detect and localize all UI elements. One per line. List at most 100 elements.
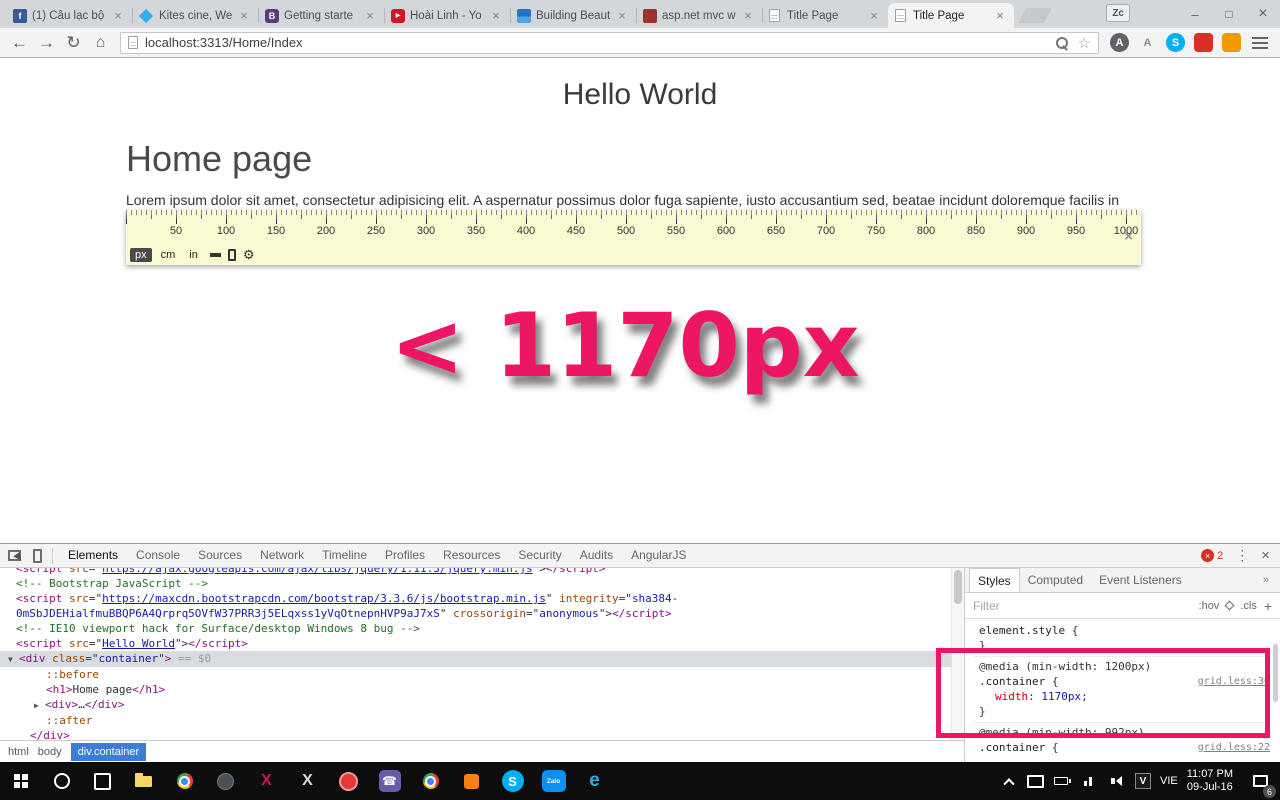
forward-icon[interactable]: [33, 30, 60, 56]
code-line[interactable]: <script src="Hello World"></script>: [0, 636, 964, 651]
devtools-tab-resources[interactable]: Resources: [434, 544, 509, 567]
tab-close-icon[interactable]: [111, 9, 125, 23]
language-indicator[interactable]: VIE: [1160, 775, 1178, 787]
devtools-tab-console[interactable]: Console: [127, 544, 189, 567]
crumb-div-container[interactable]: div.container: [70, 742, 147, 761]
error-badge[interactable]: 2: [1201, 549, 1223, 562]
tab-close-icon[interactable]: [489, 9, 503, 23]
browser-tab[interactable]: f (1) Câu lạc bộ: [6, 3, 132, 28]
browser-tab[interactable]: Title Page: [762, 3, 888, 28]
page-security-icon[interactable]: [128, 36, 138, 49]
gear-icon[interactable]: [243, 248, 255, 261]
dark-app-taskbar-button[interactable]: [205, 762, 246, 800]
code-line[interactable]: <!-- Bootstrap JavaScript -->: [0, 576, 964, 591]
code-line[interactable]: <script src="https://ajax.googleapis.com…: [0, 568, 964, 576]
filter-input[interactable]: Filter: [973, 599, 1192, 613]
browser-tab[interactable]: Title Page: [888, 3, 1014, 28]
code-line[interactable]: ▶ <div>…</div>: [0, 697, 964, 713]
code-line[interactable]: 0mSbJDEHialfmuBBQP6A4Qrprq5OVfW37PRR3j5E…: [0, 606, 964, 621]
browser-tab[interactable]: Kites cine, We: [132, 3, 258, 28]
devtools-tab-sources[interactable]: Sources: [189, 544, 251, 567]
devtools-tab-profiles[interactable]: Profiles: [376, 544, 434, 567]
crumb-body[interactable]: body: [38, 746, 62, 758]
maximize-icon[interactable]: [1212, 0, 1246, 28]
battery-icon[interactable]: [1054, 771, 1072, 791]
code-line[interactable]: <h1>Home page</h1>: [0, 682, 964, 697]
tab-close-icon[interactable]: [993, 9, 1007, 23]
tab-close-icon[interactable]: [363, 9, 377, 23]
reload-icon[interactable]: [60, 30, 87, 56]
tray-expand-icon[interactable]: [1000, 771, 1018, 791]
unikey-icon[interactable]: V: [1134, 773, 1151, 789]
devtools-tab-security[interactable]: Security: [509, 544, 570, 567]
styles-tab-event-listeners[interactable]: Event Listeners: [1091, 568, 1190, 592]
devtools-tab-angularjs[interactable]: AngularJS: [622, 544, 695, 567]
ruler-device-icon[interactable]: [227, 248, 236, 261]
overflow-menu-icon[interactable]: [1235, 547, 1249, 564]
devtools-tab-audits[interactable]: Audits: [571, 544, 622, 567]
zalo-taskbar-button[interactable]: Zalo: [533, 762, 574, 800]
clock[interactable]: 11:07 PM 09-Jul-16: [1187, 768, 1233, 794]
chrome2-taskbar-button[interactable]: [410, 762, 451, 800]
devtools-tab-network[interactable]: Network: [251, 544, 313, 567]
devtools-tab-elements[interactable]: Elements: [59, 544, 127, 567]
url-text[interactable]: localhost:3313/Home/Index: [145, 35, 1054, 50]
style-source-link[interactable]: grid.less:22: [1198, 740, 1270, 755]
new-rule-icon[interactable]: [1264, 599, 1272, 613]
ruler-unit-cm[interactable]: cm: [156, 248, 181, 262]
ruler-close-icon[interactable]: [1124, 228, 1133, 245]
browser-tab[interactable]: Building Beaut: [510, 3, 636, 28]
browser-tab[interactable]: ▶ Hoài Linh - Yo: [384, 3, 510, 28]
menu-icon[interactable]: [1252, 36, 1268, 49]
network-icon[interactable]: [1081, 771, 1099, 791]
home-icon[interactable]: [87, 30, 114, 56]
skype-extension-icon[interactable]: S: [1166, 33, 1185, 52]
crumb-html[interactable]: html: [8, 746, 29, 758]
ruler-extension[interactable]: 50 100 150 200 250 300 350 400 450 500 550 600 650 70…: [126, 210, 1141, 265]
back-icon[interactable]: [6, 30, 33, 56]
code-line[interactable]: ::before: [0, 667, 964, 682]
element-state-icon[interactable]: [1224, 600, 1235, 611]
ruler-unit-in[interactable]: in: [184, 248, 203, 262]
code-line[interactable]: grid.less:22 .container {: [973, 740, 1270, 755]
display-icon[interactable]: [1027, 771, 1045, 791]
red-extension-icon[interactable]: [1194, 33, 1213, 52]
start-taskbar-button[interactable]: [0, 762, 41, 800]
browser-tab[interactable]: asp.net mvc w: [636, 3, 762, 28]
devtools-close-icon[interactable]: [1261, 547, 1270, 564]
tab-close-icon[interactable]: [237, 9, 251, 23]
ruler-line-icon[interactable]: [209, 252, 221, 257]
edge-taskbar-button[interactable]: e: [574, 762, 615, 800]
device-toolbar-icon[interactable]: [33, 548, 42, 563]
code-line[interactable]: ::after: [0, 713, 964, 728]
code-line[interactable]: ▼ <div class="container"> == $0: [0, 651, 964, 667]
orange-app-taskbar-button[interactable]: [451, 762, 492, 800]
action-center-button[interactable]: 6: [1242, 762, 1278, 800]
x-app-taskbar-button[interactable]: X: [246, 762, 287, 800]
tab-close-icon[interactable]: [615, 9, 629, 23]
inspect-element-icon[interactable]: [8, 550, 21, 561]
hover-state-toggle[interactable]: :hov: [1199, 600, 1220, 612]
bookmark-star-icon[interactable]: [1078, 34, 1091, 52]
devtools-tab-timeline[interactable]: Timeline: [313, 544, 376, 567]
styles-scrollbar[interactable]: [1273, 622, 1279, 722]
chrome-taskbar-button[interactable]: [164, 762, 205, 800]
code-line[interactable]: <!-- IE10 viewport hack for Surface/desk…: [0, 621, 964, 636]
minimize-icon[interactable]: [1178, 0, 1212, 28]
profile-badge[interactable]: Zc: [1106, 4, 1130, 22]
skype-taskbar-button[interactable]: S: [492, 762, 533, 800]
more-tabs-icon[interactable]: [1263, 568, 1276, 592]
code-line[interactable]: <script src="https://maxcdn.bootstrapcdn…: [0, 591, 964, 606]
tab-close-icon[interactable]: [741, 9, 755, 23]
new-tab-button[interactable]: [1018, 8, 1052, 23]
red-app-taskbar-button[interactable]: [328, 762, 369, 800]
avim-extension-icon[interactable]: A: [1110, 33, 1129, 52]
gray-a-extension-icon[interactable]: A: [1138, 33, 1157, 52]
tab-close-icon[interactable]: [867, 9, 881, 23]
volume-icon[interactable]: [1108, 771, 1126, 791]
zoom-icon[interactable]: [1054, 35, 1070, 51]
ruler-unit-px[interactable]: px: [130, 247, 152, 262]
task-view-taskbar-button[interactable]: [82, 762, 123, 800]
address-bar[interactable]: localhost:3313/Home/Index: [120, 31, 1099, 54]
class-toggle[interactable]: .cls: [1240, 600, 1257, 612]
